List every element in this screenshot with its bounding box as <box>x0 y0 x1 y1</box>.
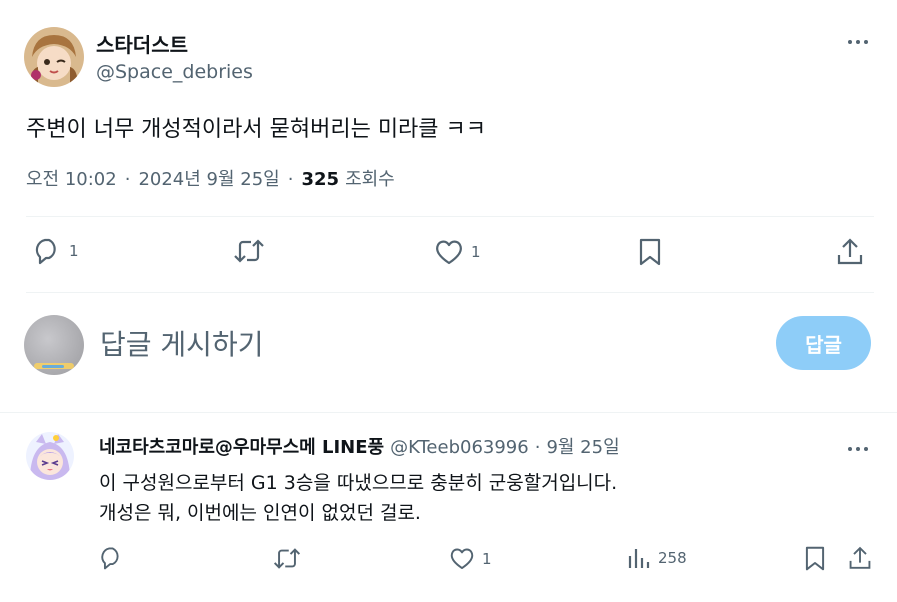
retweet-icon <box>234 239 264 263</box>
views-button[interactable]: 258 <box>627 546 687 570</box>
current-user-avatar[interactable] <box>24 315 84 375</box>
meta-separator: · <box>287 169 294 190</box>
tweet-time[interactable]: 오전 10:02 <box>26 165 117 191</box>
share-button[interactable] <box>836 236 864 266</box>
like-icon <box>436 240 462 265</box>
views-count: 258 <box>658 549 687 567</box>
like-button[interactable]: 1 <box>434 238 481 266</box>
like-icon <box>450 548 474 569</box>
header-separator: · <box>534 437 541 458</box>
more-icon[interactable] <box>848 447 868 451</box>
reply-input[interactable]: 답글 게시하기 <box>100 323 263 363</box>
views-icon <box>628 549 650 568</box>
bookmark-button[interactable] <box>803 545 827 572</box>
share-icon <box>849 546 871 569</box>
author-display-name[interactable]: 스타더스트 <box>96 29 188 58</box>
reply-date[interactable]: 9월 25일 <box>546 433 619 459</box>
tweet-meta: 오전 10:02 · 2024년 9월 25일 · 325 조회수 <box>26 165 395 191</box>
reply-submit-button[interactable]: 답글 <box>776 316 871 370</box>
divider <box>0 412 897 413</box>
more-icon[interactable] <box>848 40 868 44</box>
reply-button[interactable] <box>98 545 124 571</box>
author-avatar[interactable] <box>24 27 84 87</box>
share-icon <box>837 238 863 265</box>
retweet-button[interactable] <box>232 237 266 265</box>
reply-text-line: 이 구성원으로부터 G1 3승을 따냈으므로 충분히 군웅할거입니다. <box>99 472 618 494</box>
retweet-button[interactable] <box>272 546 302 571</box>
author-handle[interactable]: @Space_debries <box>96 61 253 83</box>
views-count: 325 <box>301 169 340 190</box>
divider <box>26 216 874 217</box>
like-count: 1 <box>471 243 481 261</box>
views-label: 조회수 <box>345 169 395 190</box>
retweet-icon <box>273 548 301 569</box>
reply-header: 네코타츠코마로@우마무스메 LINE풍 @KTeeb063996 · 9월 25… <box>99 433 620 459</box>
like-count: 1 <box>482 549 492 568</box>
meta-separator: · <box>124 169 131 190</box>
bookmark-icon <box>639 238 661 266</box>
like-button[interactable]: 1 <box>449 546 492 571</box>
reply-icon <box>35 238 56 265</box>
reply-text-line: 개성은 뭐, 이번에는 인연이 없었던 걸로. <box>99 502 421 524</box>
tweet-detail-page: 스타더스트 @Space_debries 주변이 너무 개성적이라서 묻혀버리는… <box>0 0 897 602</box>
divider <box>26 292 874 293</box>
bookmark-button[interactable] <box>637 237 663 267</box>
bookmark-icon <box>805 546 825 571</box>
reply-count: 1 <box>69 242 79 260</box>
reply-author-name[interactable]: 네코타츠코마로@우마무스메 LINE풍 <box>99 433 384 459</box>
reply-author-avatar[interactable] <box>26 432 74 480</box>
reply-icon <box>101 547 119 570</box>
tweet-text: 주변이 너무 개성적이라서 묻혀버리는 미라클 ㅋㅋ <box>26 117 487 142</box>
share-button[interactable] <box>848 544 872 571</box>
tweet-date[interactable]: 2024년 9월 25일 <box>138 165 279 191</box>
reply-button[interactable]: 1 <box>32 237 79 265</box>
reply-author-handle[interactable]: @KTeeb063996 <box>390 437 529 458</box>
